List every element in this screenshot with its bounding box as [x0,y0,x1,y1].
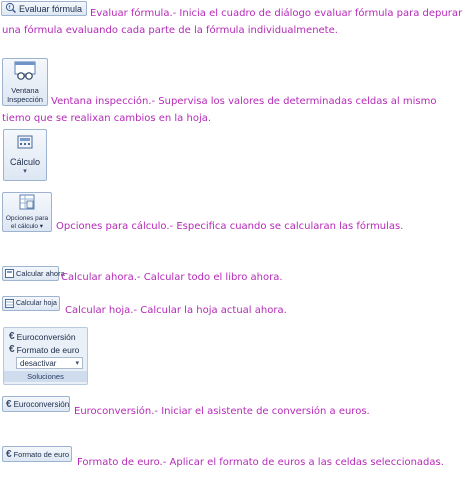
watch-window-icon [13,61,37,86]
calculo-label: Cálculo [9,157,40,167]
calcular-ahora-label: Calcular ahora [16,269,65,278]
calculator-icon [17,135,33,154]
euro-icon: € [9,331,15,342]
calcular-hoja-button[interactable]: Calcular hoja [2,296,60,311]
evaluar-formula-description: Evaluar fórmula.- Inicia el cuadro de di… [2,8,463,36]
formato-euro-row-label: Formato de euro [16,344,80,355]
calcular-ahora-description: Calcular ahora.- Calcular todo el libro … [61,272,283,283]
formato-euro-row[interactable]: € Formato de euro [4,343,87,356]
calcular-hoja-label: Calcular hoja [16,300,57,307]
euroconversion-description: Euroconversión.- Iniciar el asistente de… [74,406,370,417]
formato-euro-description: Formato de euro.- Aplicar el formato de … [77,457,444,468]
opciones-calculo-description: Opciones para cálculo.- Especifica cuand… [56,221,404,232]
euro-format-select-value: desactivar [20,358,57,368]
calculate-now-icon [5,265,14,283]
ventana-inspeccion-description: Ventana inspección.- Supervisa los valor… [2,96,437,124]
calculo-group-button[interactable]: Cálculo ▾ [3,129,47,181]
soluciones-group-title: Soluciones [4,371,87,382]
chevron-down-icon: ▾ [23,168,27,175]
calcular-ahora-button[interactable]: Calcular ahora [2,265,65,283]
chevron-down-icon: ▾ [75,360,79,367]
calcular-hoja-description: Calcular hoja.- Calcular la hoja actual … [65,305,287,316]
calculation-options-icon [19,194,35,215]
euro-icon: € [9,344,15,355]
soluciones-group: € Euroconversión € Formato de euro desac… [3,327,88,385]
euroconversion-row-label: Euroconversión [16,331,76,342]
euro-format-select[interactable]: desactivar ▾ [16,357,83,369]
euroconversion-row[interactable]: € Euroconversión [4,330,87,343]
calculate-sheet-icon [5,295,14,313]
